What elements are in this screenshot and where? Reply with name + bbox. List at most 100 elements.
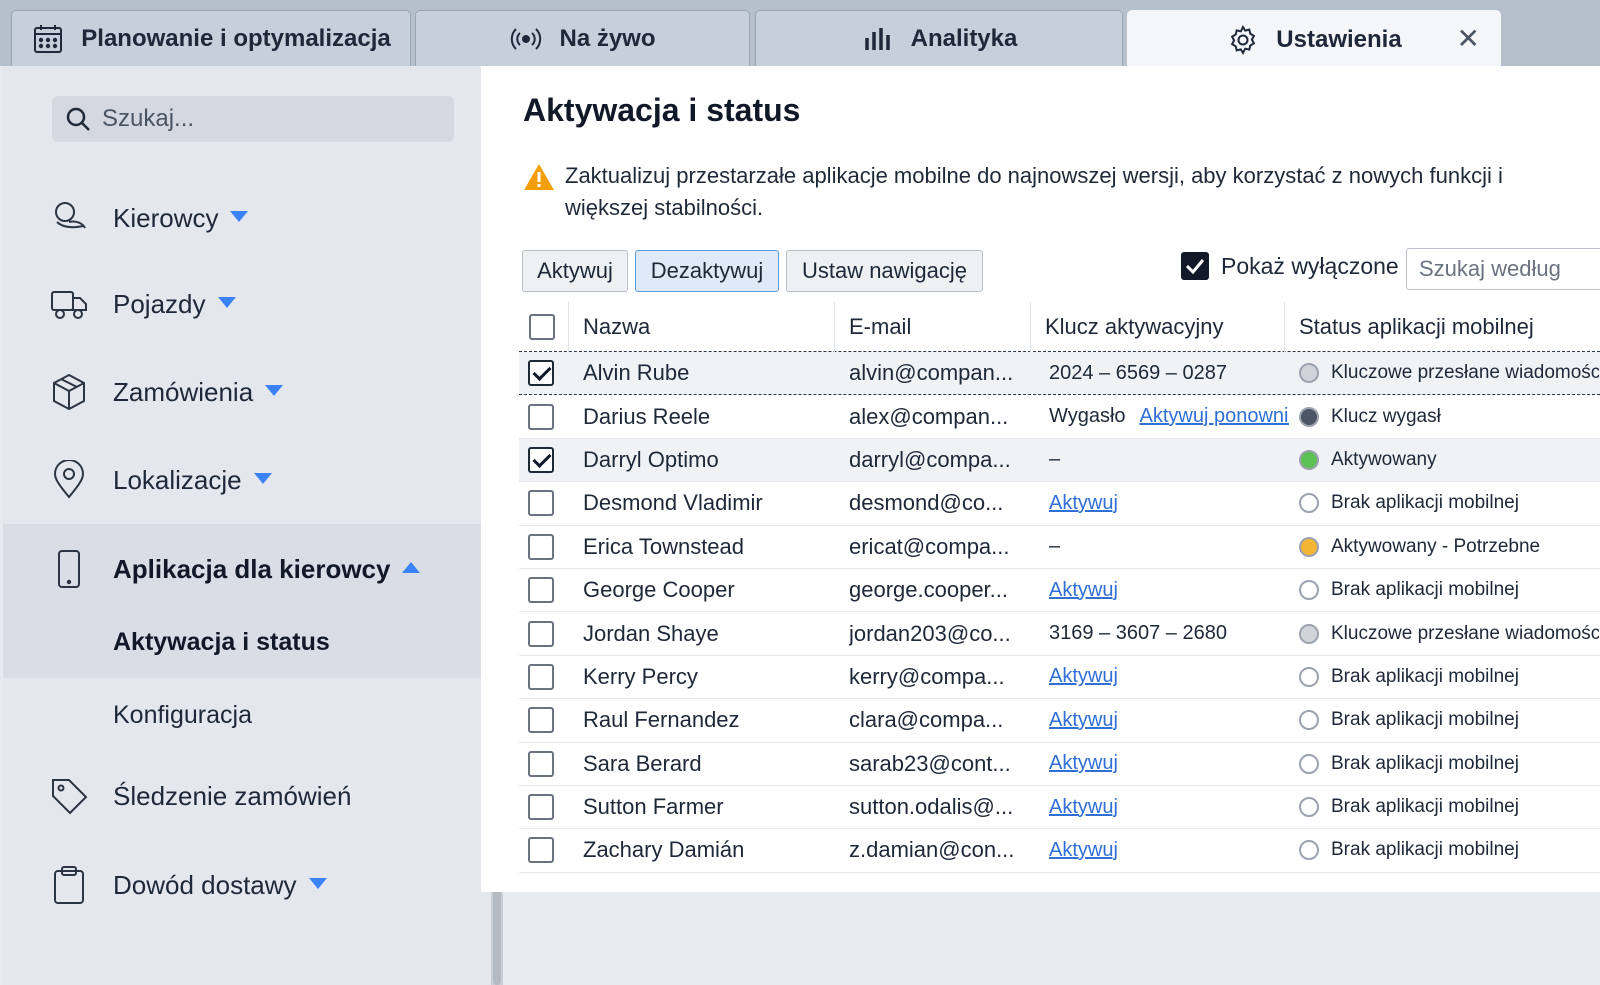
row-checkbox[interactable] [528, 533, 554, 560]
users-icon [49, 198, 89, 238]
warning-text: Zaktualizuj przestarzałe aplikacje mobil… [565, 163, 1503, 220]
table-row[interactable]: Alvin Rube alvin@compan... 2024 – 6569 – 0… [519, 352, 1600, 396]
deactivate-button[interactable]: Dezaktywuj [635, 250, 779, 292]
row-checkbox[interactable] [528, 837, 554, 864]
row-checkbox[interactable] [528, 663, 554, 690]
sidebar-subitem-configuration[interactable]: Konfiguracja [113, 701, 252, 730]
warning-icon [524, 164, 554, 190]
activation-key-value: 2024 – 6569 – 0287 [1049, 361, 1227, 384]
sidebar-item-drivers[interactable]: Kierowcy [3, 178, 491, 258]
app-status-cell: Brak aplikacji mobilnej [1299, 569, 1599, 611]
chevron-down-icon [308, 878, 327, 890]
row-checkbox[interactable] [528, 577, 554, 604]
reactivate-link[interactable]: Aktywuj ponownie [1140, 405, 1289, 428]
show-disabled-toggle[interactable]: Pokaż wyłączone [1181, 252, 1399, 280]
driver-email: george.cooper... [849, 577, 1009, 603]
row-checkbox[interactable] [528, 446, 554, 473]
row-checkbox-cell [528, 612, 558, 654]
row-checkbox[interactable] [528, 620, 554, 647]
activation-key-value: 3169 – 3607 – 2680 [1049, 622, 1227, 645]
mobile-phone-icon [49, 549, 89, 589]
status-dot-icon [1299, 363, 1319, 384]
column-header-app-status[interactable]: Status aplikacji mobilnej [1285, 302, 1600, 352]
sidebar-subitem-activation-status[interactable]: Aktywacja i status [113, 628, 330, 657]
driver-name: Zachary Damián [583, 837, 745, 863]
row-checkbox-cell [528, 743, 558, 785]
column-header-email[interactable]: E-mail [835, 302, 1031, 352]
bar-chart-icon [864, 27, 890, 50]
close-tab-icon[interactable]: ✕ [1457, 25, 1480, 53]
sidebar-search[interactable] [52, 96, 454, 142]
activate-link[interactable]: Aktywuj [1049, 579, 1118, 602]
table-row[interactable]: Darryl Optimo darryl@compa... – Aktywowany [519, 438, 1600, 483]
activate-link[interactable]: Aktywuj [1049, 839, 1118, 862]
activate-link[interactable]: Aktywuj [1049, 665, 1118, 688]
row-checkbox-cell [528, 439, 558, 481]
table-row[interactable]: Jordan Shaye jordan203@co... 3169 – 3607 –… [519, 612, 1600, 656]
row-checkbox[interactable] [528, 794, 554, 821]
status-dot-icon [1299, 710, 1319, 731]
driver-name: Darius Reele [583, 403, 711, 429]
activate-button[interactable]: Aktywuj [522, 250, 628, 292]
table-row[interactable]: Zachary Damián z.damian@con... Aktywuj Brak… [519, 829, 1600, 873]
table-row[interactable]: Desmond Vladimir desmond@co... Aktywuj Brak… [519, 482, 1600, 526]
column-header-activation-key[interactable]: Klucz aktywacyjny [1031, 302, 1285, 352]
table-row[interactable]: Kerry Percy kerry@compa... Aktywuj Brak apl… [519, 656, 1600, 700]
table-row[interactable]: Sutton Farmer sutton.odalis@... Aktywuj Bra… [519, 786, 1600, 830]
sidebar-item-label: Śledzenie zamówień [113, 780, 352, 811]
driver-name: Erica Townstead [583, 533, 745, 559]
sidebar-item-driver-app[interactable]: Aplikacja dla kierowcy [3, 529, 491, 609]
activate-link[interactable]: Aktywuj [1049, 752, 1118, 775]
table-row[interactable]: Erica Townstead ericat@compa... – Aktywowan… [519, 526, 1600, 569]
filter-input[interactable] [1406, 248, 1600, 290]
set-navigation-button[interactable]: Ustaw nawigację [786, 250, 983, 292]
tab-analytics[interactable]: Analityka [755, 10, 1123, 66]
activation-key-cell: Aktywuj [1049, 786, 1289, 828]
activate-link[interactable]: Aktywuj [1049, 492, 1118, 515]
box-icon [49, 372, 89, 412]
row-checkbox[interactable] [528, 490, 554, 517]
sidebar-item-vehicles[interactable]: Pojazdy [3, 264, 491, 344]
status-text: Kluczowe przesłane wiadomości [1331, 622, 1599, 644]
column-header-name[interactable]: Nazwa [569, 302, 835, 352]
app-status-cell: Aktywowany - Potrzebne [1299, 526, 1599, 568]
driver-email: sutton.odalis@... [849, 794, 1014, 820]
row-checkbox[interactable] [528, 707, 554, 734]
row-checkbox-cell [528, 352, 558, 394]
row-checkbox[interactable] [528, 360, 554, 387]
tab-live[interactable]: Na żywo [415, 10, 750, 66]
sidebar-item-order-tracking[interactable]: Śledzenie zamówień [3, 756, 491, 836]
tab-settings[interactable]: Ustawienia ✕ [1127, 10, 1501, 68]
sidebar-item-orders[interactable]: Zamówienia [3, 352, 491, 432]
app-status-cell: Brak aplikacji mobilnej [1299, 743, 1599, 785]
table-row[interactable]: Darius Reele alex@compan... Wygasło Aktywuj… [519, 395, 1600, 439]
activation-key-cell: Aktywuj [1049, 569, 1289, 611]
table-row[interactable]: Sara Berard sarab23@cont... Aktywuj Brak ap… [519, 743, 1600, 786]
driver-email: sarab23@cont... [849, 750, 1011, 776]
tab-label: Ustawienia [1276, 25, 1402, 53]
driver-name: Jordan Shaye [583, 620, 719, 646]
select-all-checkbox[interactable] [529, 314, 555, 340]
activate-link[interactable]: Aktywuj [1049, 796, 1118, 819]
search-input[interactable] [102, 105, 422, 133]
driver-name: Raul Fernandez [583, 707, 740, 733]
checkbox-checked-icon[interactable] [1181, 252, 1209, 280]
status-text: Brak aplikacji mobilnej [1331, 492, 1519, 514]
row-checkbox[interactable] [528, 750, 554, 777]
status-text: Brak aplikacji mobilnej [1331, 665, 1519, 687]
sidebar-item-locations[interactable]: Lokalizacje [3, 440, 491, 520]
sidebar-item-proof-of-delivery[interactable]: Dowód dostawy [3, 845, 491, 925]
table-row[interactable]: Raul Fernandez clara@compa... Aktywuj Brak … [519, 699, 1600, 743]
activate-link[interactable]: Aktywuj [1049, 709, 1118, 732]
warning-banner: Zaktualizuj przestarzałe aplikacje mobil… [523, 160, 1563, 224]
table-row[interactable]: George Cooper george.cooper... Aktywuj Brak… [519, 569, 1600, 613]
row-checkbox[interactable] [528, 403, 554, 430]
status-text: Brak aplikacji mobilnej [1331, 839, 1519, 861]
row-checkbox-cell [528, 786, 558, 828]
driver-name: Sara Berard [583, 750, 702, 776]
status-dot-icon [1299, 536, 1319, 557]
tab-planning[interactable]: Planowanie i optymalizacja [11, 10, 411, 66]
activation-key-cell: Wygasło Aktywuj ponownie [1049, 395, 1289, 437]
sidebar-item-label: Dowód dostawy [113, 869, 297, 900]
sidebar: Kierowcy Pojazdy Zamówienia Lokalizacje … [3, 66, 491, 985]
